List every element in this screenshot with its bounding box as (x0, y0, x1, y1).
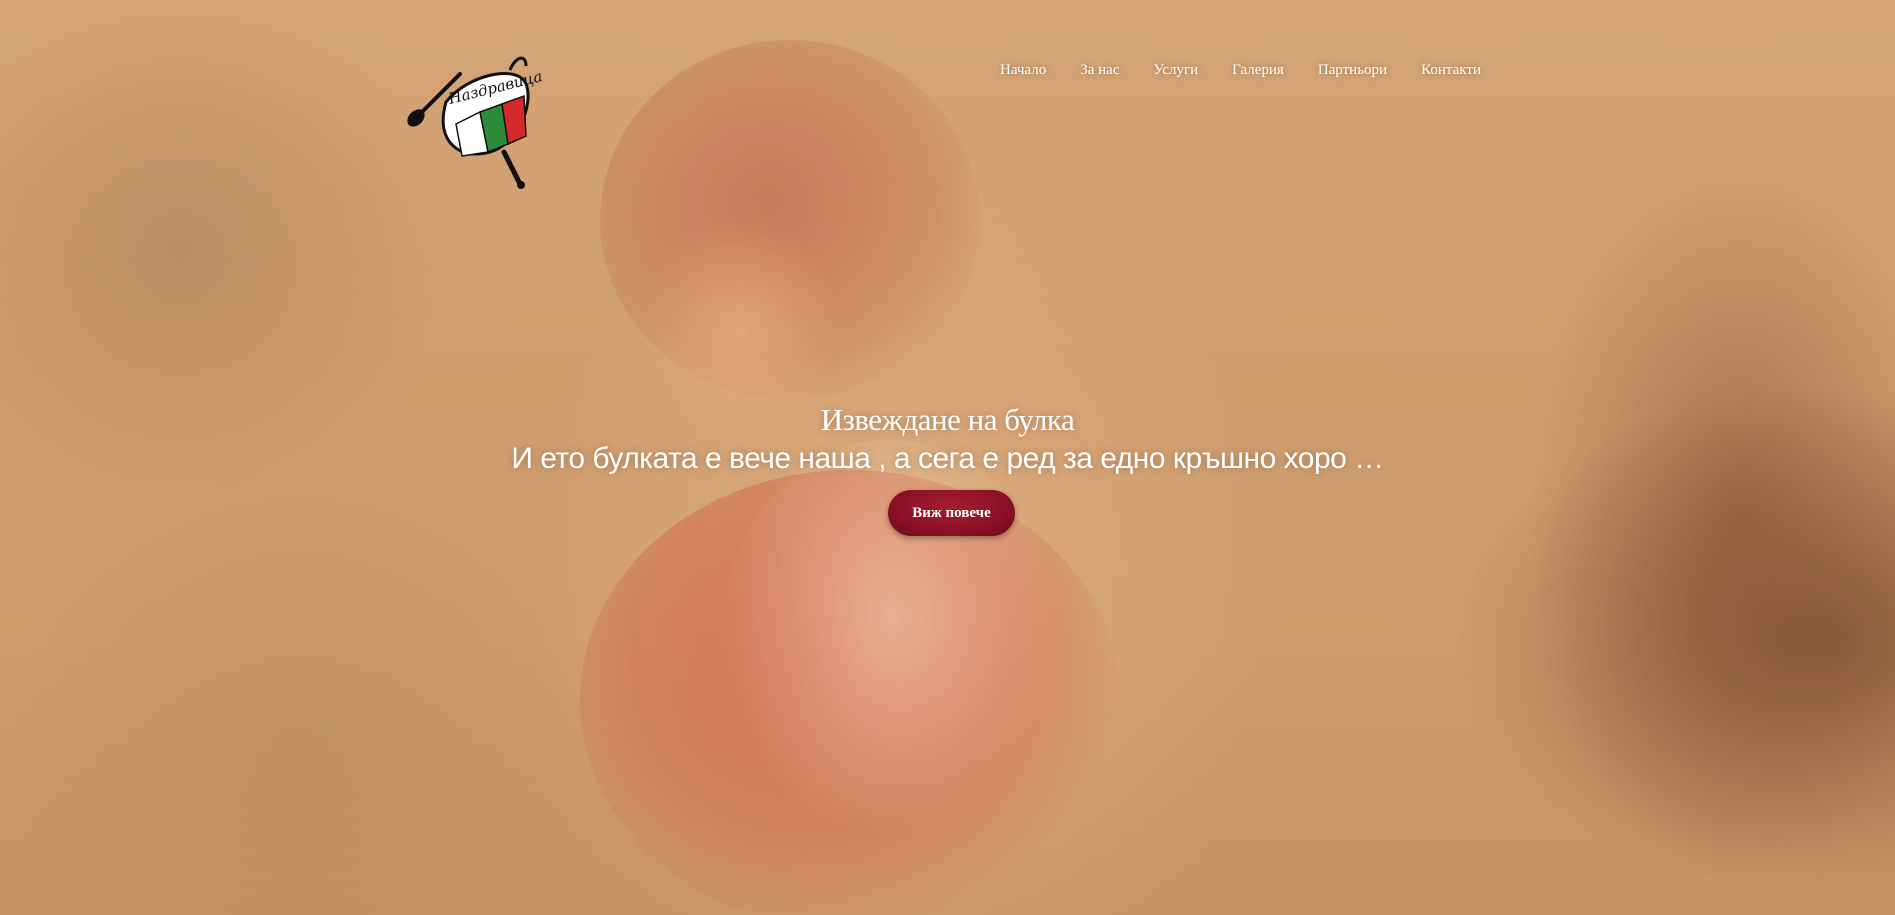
nav-item-services[interactable]: Услуги (1153, 62, 1198, 79)
flag-frying-pan-logo-icon: Наздравица (407, 56, 544, 189)
nav-item-about[interactable]: За нас (1080, 62, 1119, 79)
hero-section: Наздравица Начало За нас Услуги Галерия … (0, 0, 1895, 915)
nav-item-partners[interactable]: Партньори (1318, 62, 1387, 79)
hero-subtitle: И ето булката е вече наша , а сега е ред… (511, 442, 1384, 475)
nav-item-contacts[interactable]: Контакти (1421, 62, 1481, 79)
nav-item-home[interactable]: Начало (1000, 62, 1046, 79)
hero-title: Извеждане на булка (820, 402, 1075, 437)
see-more-button[interactable]: Виж повече (888, 490, 1015, 536)
main-nav: Начало За нас Услуги Галерия Партньори К… (1000, 62, 1481, 79)
nav-item-gallery[interactable]: Галерия (1232, 62, 1284, 79)
site-logo[interactable]: Наздравица (398, 44, 546, 192)
